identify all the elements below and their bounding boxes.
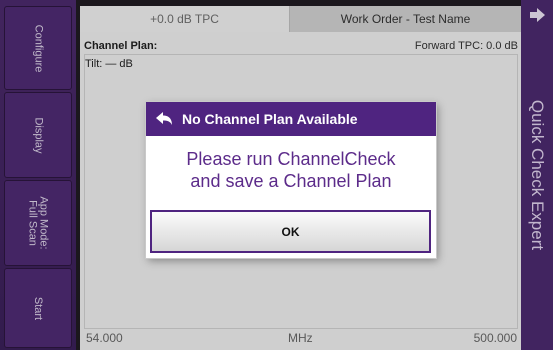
no-channel-plan-dialog: No Channel Plan Available Please run Cha…: [146, 102, 436, 258]
dialog-message-line1: Please run ChannelCheck: [186, 149, 396, 169]
dialog-message: Please run ChannelCheck and save a Chann…: [146, 148, 436, 192]
back-arrow-icon[interactable]: [146, 102, 182, 136]
dialog-title: No Channel Plan Available: [182, 111, 358, 127]
dialog-header: No Channel Plan Available: [146, 102, 436, 136]
dialog-message-line2: and save a Channel Plan: [190, 171, 392, 191]
ok-button[interactable]: OK: [150, 210, 431, 253]
